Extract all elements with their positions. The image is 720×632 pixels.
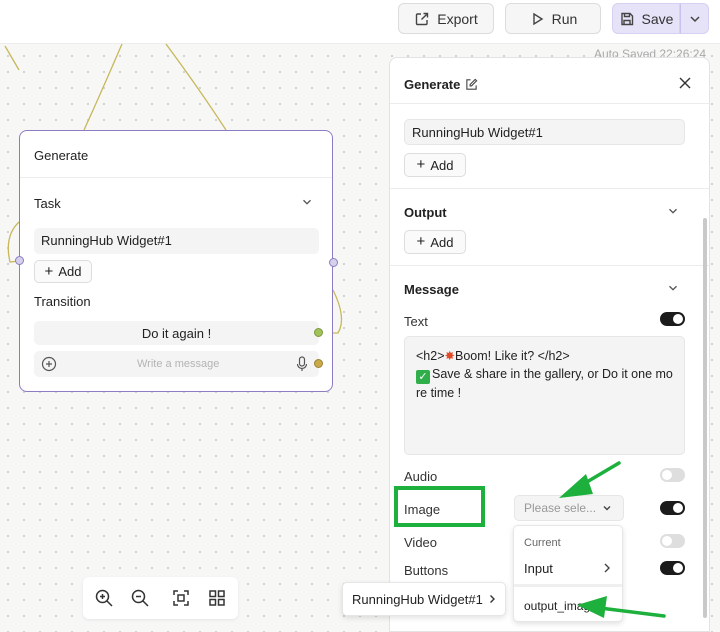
chevron-down-icon[interactable]	[300, 195, 314, 209]
node-task-field[interactable]: RunningHub Widget#1	[34, 228, 319, 254]
video-toggle[interactable]	[660, 534, 685, 548]
plus-icon: +	[44, 262, 54, 280]
image-select-value: Please sele...	[524, 501, 597, 515]
audio-label: Audio	[404, 469, 438, 484]
edit-icon[interactable]	[465, 78, 478, 91]
panel-scrollbar[interactable]	[703, 218, 707, 618]
annotation-highlight-box	[394, 486, 485, 527]
plus-icon: +	[416, 233, 426, 250]
transition-port[interactable]	[314, 328, 323, 337]
audio-toggle[interactable]	[660, 468, 685, 482]
fit-view-icon[interactable]	[171, 588, 191, 608]
node-title: Generate	[34, 148, 89, 163]
zoom-controls	[83, 577, 238, 619]
zoom-in-icon[interactable]	[94, 588, 114, 608]
buttons-toggle[interactable]	[660, 561, 685, 575]
text-toggle[interactable]	[660, 312, 685, 326]
image-toggle[interactable]	[660, 501, 685, 515]
generate-node[interactable]: Generate Task RunningHub Widget#1 + Add …	[15, 130, 338, 392]
divider	[390, 265, 709, 266]
panel-add-label: Add	[430, 157, 454, 173]
edge-line	[165, 43, 227, 131]
message-input[interactable]: Write a message	[34, 351, 319, 377]
output-section-header[interactable]: Output	[404, 205, 447, 220]
image-select-dropdown: Current Input output_image	[513, 525, 623, 622]
image-select[interactable]: Please sele...	[514, 495, 624, 521]
node-task-label: Task	[34, 196, 61, 211]
close-icon[interactable]	[678, 76, 692, 90]
chevron-right-icon	[604, 563, 610, 573]
edge-line	[4, 45, 20, 71]
plus-icon: +	[416, 156, 426, 173]
transition-button[interactable]: Do it again !	[34, 321, 319, 345]
chevron-right-icon	[489, 595, 495, 603]
message-textarea[interactable]: <h2>✸Boom! Like it? </h2> ✓ Save & share …	[404, 336, 685, 455]
divider	[514, 584, 622, 587]
panel-header: Generate	[404, 77, 478, 92]
output-add-label: Add	[430, 234, 454, 250]
flyout-label: RunningHub Widget#1	[352, 591, 483, 607]
panel-title: Generate	[404, 77, 461, 92]
message-section-header[interactable]: Message	[404, 282, 459, 297]
panel-add-button[interactable]: + Add	[404, 153, 466, 177]
node-transition-label: Transition	[34, 294, 91, 309]
chevron-down-icon[interactable]	[666, 204, 680, 218]
panel-task-field[interactable]: RunningHub Widget#1	[404, 119, 685, 145]
dropdown-option-output-image[interactable]: output_image	[524, 599, 597, 613]
grid-layout-icon[interactable]	[207, 588, 227, 608]
output-port[interactable]	[329, 258, 338, 267]
dropdown-option-input[interactable]: Input	[524, 561, 553, 576]
chevron-down-icon[interactable]	[666, 281, 680, 295]
video-label: Video	[404, 535, 438, 550]
divider	[390, 103, 709, 104]
widget-flyout-item[interactable]: RunningHub Widget#1	[342, 582, 506, 616]
message-port[interactable]	[314, 359, 323, 368]
dropdown-group-label: Current	[524, 537, 561, 549]
message-line2: Save & share in the gallery, or Do it on…	[416, 367, 673, 400]
buttons-label: Buttons	[404, 563, 449, 578]
zoom-out-icon[interactable]	[130, 588, 150, 608]
chevron-down-icon	[603, 506, 611, 511]
message-line1-post: Boom! Like it? </h2>	[455, 349, 570, 363]
check-mark-icon: ✓	[416, 370, 430, 384]
add-circle-icon[interactable]	[41, 356, 57, 372]
node-add-button[interactable]: + Add	[34, 260, 92, 283]
divider	[390, 188, 709, 189]
text-label: Text	[404, 314, 428, 329]
message-placeholder: Write a message	[137, 358, 220, 370]
input-port[interactable]	[15, 256, 24, 265]
message-line1-pre: <h2>	[416, 349, 445, 363]
node-add-label: Add	[58, 264, 82, 279]
output-add-button[interactable]: + Add	[404, 230, 466, 254]
edge-line	[83, 43, 123, 131]
divider	[20, 177, 332, 178]
explosion-icon: ✸	[444, 349, 455, 363]
microphone-icon[interactable]	[296, 356, 308, 372]
